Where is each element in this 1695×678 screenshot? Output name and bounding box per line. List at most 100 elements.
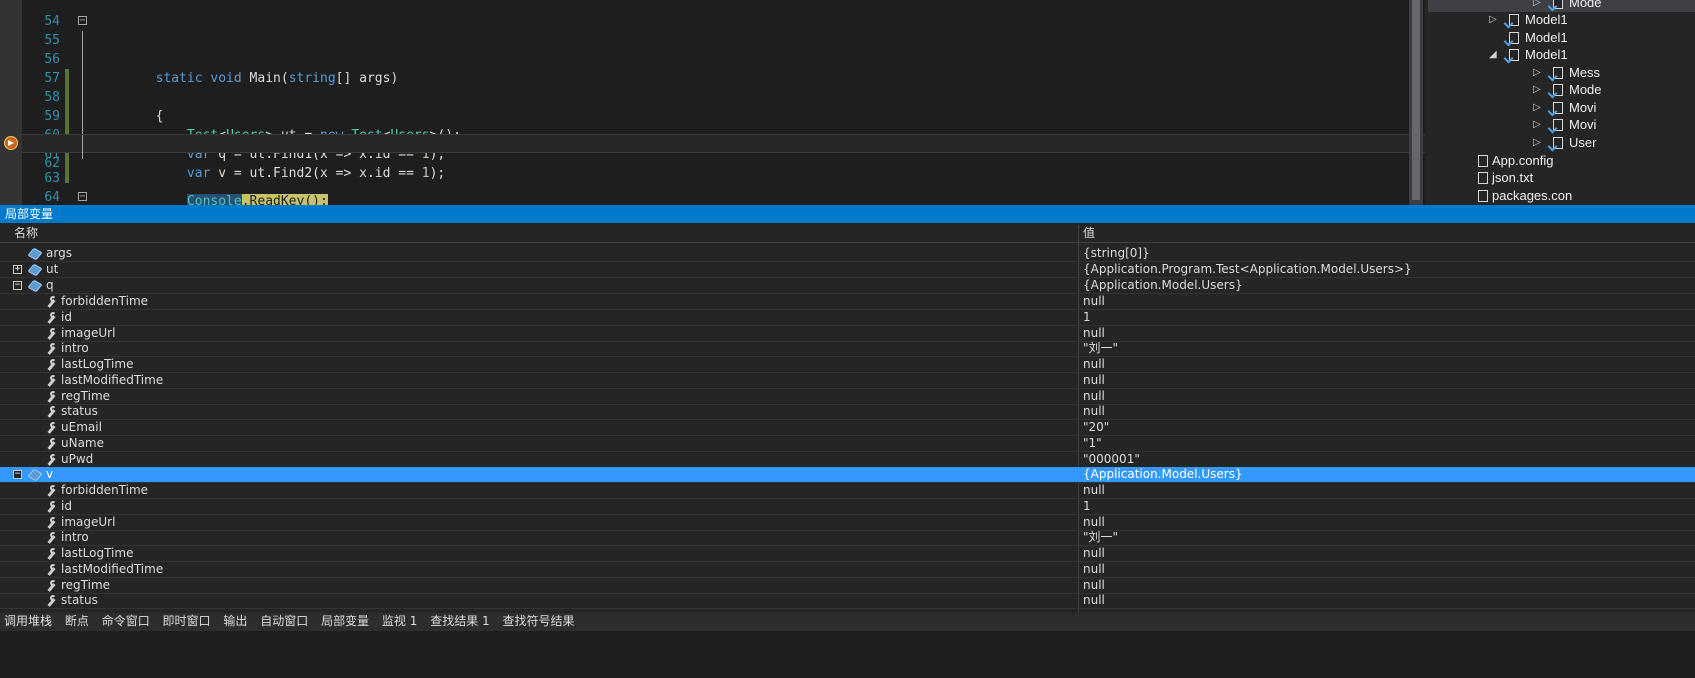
locals-row[interactable]: regTime null (0, 389, 1695, 405)
expand-arrow-icon[interactable]: ▷ (1533, 64, 1543, 82)
local-variable-icon (27, 247, 43, 261)
property-wrench-icon (45, 564, 57, 576)
locals-row[interactable]: uName "1" (0, 436, 1695, 452)
variable-value: {string[0]} (1083, 246, 1150, 260)
solution-item[interactable]: ▷ Mode (1425, 81, 1695, 99)
solution-item[interactable]: ▷ Movi (1425, 116, 1695, 134)
code-line: 60 (22, 107, 1522, 164)
locals-row[interactable]: intro "刘一" (0, 341, 1695, 357)
property-wrench-icon (45, 532, 57, 544)
locals-row[interactable]: + ut {Application.Program.Test<Applicati… (0, 262, 1695, 278)
locals-row[interactable]: lastModifiedTime null (0, 373, 1695, 389)
locals-row[interactable]: − q {Application.Model.Users} (0, 278, 1695, 294)
tab-immediate-window[interactable]: 即时窗口 (163, 613, 211, 629)
locals-row[interactable]: imageUrl null (0, 326, 1695, 342)
property-value: null (1083, 357, 1105, 371)
expand-arrow-icon[interactable]: ▷ (1533, 134, 1543, 152)
code-area[interactable]: 54 55 − static void Main(string[] args) … (22, 0, 1522, 220)
property-value: null (1083, 389, 1105, 403)
config-file-icon (1478, 190, 1488, 202)
locals-row[interactable]: id 1 (0, 310, 1695, 326)
locals-row[interactable]: regTime null (0, 578, 1695, 594)
property-name: uEmail (61, 420, 102, 434)
property-value: "1" (1083, 436, 1102, 450)
expand-arrow-icon[interactable]: ▷ (1533, 116, 1543, 134)
locals-row[interactable]: lastLogTime null (0, 357, 1695, 373)
locals-row[interactable]: args {string[0]} (0, 246, 1695, 262)
locals-row[interactable]: uEmail "20" (0, 420, 1695, 436)
property-wrench-icon (45, 312, 57, 324)
property-value: null (1083, 546, 1105, 560)
locals-row[interactable]: intro "刘一" (0, 530, 1695, 546)
property-name: uName (61, 436, 105, 450)
code-line: 57 Test<Users> ut = new Test<Users>(); (22, 50, 1522, 143)
solution-item[interactable]: App.config (1425, 152, 1695, 170)
collapse-icon[interactable]: − (13, 281, 22, 290)
tab-find-results-1[interactable]: 查找结果 1 (430, 613, 489, 629)
solution-item[interactable]: Model1 (1425, 29, 1695, 47)
expand-arrow-icon[interactable]: ▷ (1533, 81, 1543, 99)
editor-vertical-scrollbar[interactable] (1409, 0, 1423, 205)
property-wrench-icon (45, 548, 57, 560)
solution-item[interactable]: packages.con (1425, 187, 1695, 205)
locals-row[interactable]: forbiddenTime null (0, 294, 1695, 310)
tab-output[interactable]: 输出 (223, 613, 247, 629)
locals-row[interactable]: imageUrl null (0, 515, 1695, 531)
property-wrench-icon (45, 454, 57, 466)
solution-item[interactable]: ▷ Model1 (1425, 11, 1695, 29)
tab-breakpoints[interactable]: 断点 (65, 613, 89, 629)
locals-row[interactable]: id 1 (0, 499, 1695, 515)
solution-item[interactable]: ▷ User (1425, 134, 1695, 152)
code-line: 54 (22, 0, 1522, 29)
local-variable-icon (27, 263, 43, 277)
property-value: null (1083, 294, 1105, 308)
scrollbar-thumb[interactable] (1412, 0, 1420, 200)
column-header-name[interactable]: 名称 (14, 225, 38, 242)
tab-command-window[interactable]: 命令窗口 (102, 613, 150, 629)
variable-value: {Application.Model.Users} (1083, 278, 1243, 292)
property-value: null (1083, 593, 1105, 607)
locals-row[interactable]: lastModifiedTime null (0, 562, 1695, 578)
indicator-margin[interactable] (0, 0, 22, 220)
property-name: lastLogTime (61, 357, 134, 371)
tab-autos[interactable]: 自动窗口 (260, 613, 308, 629)
collapse-icon[interactable]: − (78, 16, 87, 26)
code-line: 63 } (22, 150, 1522, 220)
property-wrench-icon (45, 296, 57, 308)
property-wrench-icon (45, 406, 57, 418)
expand-icon[interactable]: + (13, 265, 22, 274)
expand-arrow-icon[interactable]: ▷ (1489, 11, 1499, 29)
locals-row-selected[interactable]: − v {Application.Model.Users} (0, 467, 1695, 483)
property-value: "000001" (1083, 452, 1140, 466)
locals-row[interactable]: forbiddenTime null (0, 483, 1695, 499)
property-wrench-icon (45, 375, 57, 387)
local-variable-icon (27, 279, 43, 293)
property-value: "刘一" (1083, 530, 1119, 544)
solution-item[interactable]: json.txt (1425, 169, 1695, 187)
solution-item[interactable]: ▷ Mess (1425, 64, 1695, 82)
property-name: regTime (61, 389, 111, 403)
code-editor[interactable]: 54 55 − static void Main(string[] args) … (0, 0, 1535, 220)
solution-item[interactable]: ▷ Movi (1425, 99, 1695, 117)
property-wrench-icon (45, 595, 57, 607)
tab-watch-1[interactable]: 监视 1 (382, 613, 417, 629)
locals-row[interactable]: uPwd "000001" (0, 452, 1695, 468)
locals-row[interactable]: lastLogTime null (0, 546, 1695, 562)
collapse-arrow-icon[interactable]: ◢ (1489, 46, 1499, 64)
code-line: 58 var q = ut.Find1(x => x.id == 1); (22, 69, 1522, 162)
tab-locals[interactable]: 局部变量 (321, 613, 369, 629)
column-header-value[interactable]: 值 (1083, 225, 1095, 242)
property-wrench-icon (45, 391, 57, 403)
locals-title-bar[interactable]: 局部变量 (0, 205, 1695, 223)
collapse-icon[interactable]: − (78, 192, 87, 202)
solution-item[interactable]: ◢ Model1 (1425, 46, 1695, 64)
tab-find-symbol-results[interactable]: 查找符号结果 (502, 613, 574, 629)
expand-arrow-icon[interactable]: ▷ (1533, 99, 1543, 117)
property-name: intro (61, 530, 89, 544)
tab-call-stack[interactable]: 调用堆栈 (4, 613, 52, 629)
locals-row[interactable]: status null (0, 593, 1695, 609)
file-icon (1553, 102, 1563, 114)
property-value: null (1083, 483, 1105, 497)
locals-row[interactable]: status null (0, 404, 1695, 420)
collapse-icon[interactable]: − (13, 470, 22, 479)
